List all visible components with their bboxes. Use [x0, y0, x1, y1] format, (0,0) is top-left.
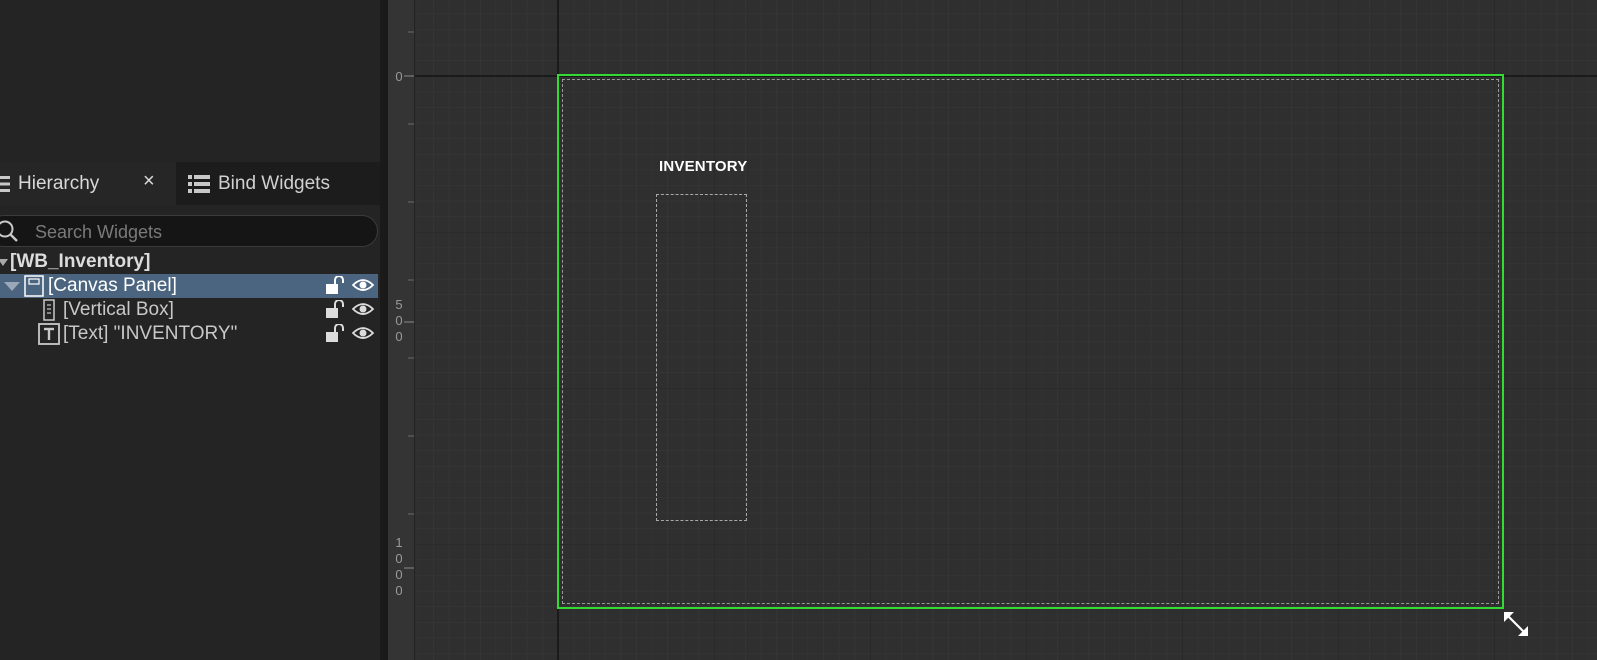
row-actions: [326, 300, 374, 318]
tree-item-vertical-box[interactable]: [Vertical Box]: [0, 298, 378, 322]
tree-item-canvas-panel[interactable]: [Canvas Panel]: [0, 274, 378, 298]
panel-tab-bar: Hierarchy × Bind Widgets: [0, 162, 388, 205]
ruler-label-0: 0: [395, 69, 403, 84]
tree-item-label: [Canvas Panel]: [48, 275, 177, 296]
inventory-text-widget[interactable]: INVENTORY: [659, 158, 747, 175]
ruler-label-500-digit: 5: [395, 297, 403, 312]
tree-item-wb-inventory[interactable]: [WB_Inventory]: [0, 250, 378, 274]
expand-arrow-icon[interactable]: [0, 257, 8, 267]
panel-splitter[interactable]: [380, 0, 388, 660]
tree-item-text-inventory[interactable]: [Text] "INVENTORY": [0, 322, 378, 346]
tree-item-label: [WB_Inventory]: [10, 251, 151, 272]
unlock-icon[interactable]: [326, 300, 346, 318]
text-widget-icon: [38, 323, 60, 345]
search-box[interactable]: [0, 215, 378, 247]
ruler-label-1000-digit: 1: [395, 535, 403, 550]
search-icon: [0, 220, 18, 242]
bind-widgets-icon: [188, 174, 210, 193]
tab-bind-widgets-label: Bind Widgets: [218, 172, 330, 194]
close-icon[interactable]: ×: [143, 170, 155, 193]
tab-bind-widgets[interactable]: Bind Widgets: [178, 162, 378, 205]
search-input[interactable]: [33, 220, 357, 244]
ruler-label-1000-digit: 0: [395, 583, 403, 598]
unlock-icon[interactable]: [326, 324, 346, 342]
tab-hierarchy-label: Hierarchy: [18, 172, 100, 194]
vertical-ruler: 0 5 0 0 1 0 0 0: [388, 0, 415, 660]
tree-item-label: [Text] "INVENTORY": [63, 323, 238, 344]
row-actions: [326, 324, 374, 342]
ruler-label-500-digit: 0: [395, 329, 403, 344]
tree-item-label: [Vertical Box]: [63, 299, 174, 320]
row-actions: [326, 276, 374, 294]
hierarchy-panel: Hierarchy × Bind Widgets [WB_Inventory]: [0, 0, 388, 660]
list-icon: [0, 175, 10, 192]
expand-arrow-icon[interactable]: [4, 280, 20, 292]
vertical-box-widget[interactable]: [656, 194, 747, 521]
vertical-box-icon: [43, 299, 55, 321]
eye-icon[interactable]: [352, 325, 374, 341]
canvas-panel-icon: [24, 275, 44, 297]
eye-icon[interactable]: [352, 301, 374, 317]
tab-hierarchy[interactable]: Hierarchy ×: [0, 162, 176, 205]
resize-handle-icon[interactable]: [1502, 610, 1532, 640]
ruler-label-1000-digit: 0: [395, 567, 403, 582]
unlock-icon[interactable]: [326, 276, 346, 294]
ruler-label-500-digit: 0: [395, 313, 403, 328]
eye-icon[interactable]: [352, 277, 374, 293]
ruler-label-1000-digit: 0: [395, 551, 403, 566]
